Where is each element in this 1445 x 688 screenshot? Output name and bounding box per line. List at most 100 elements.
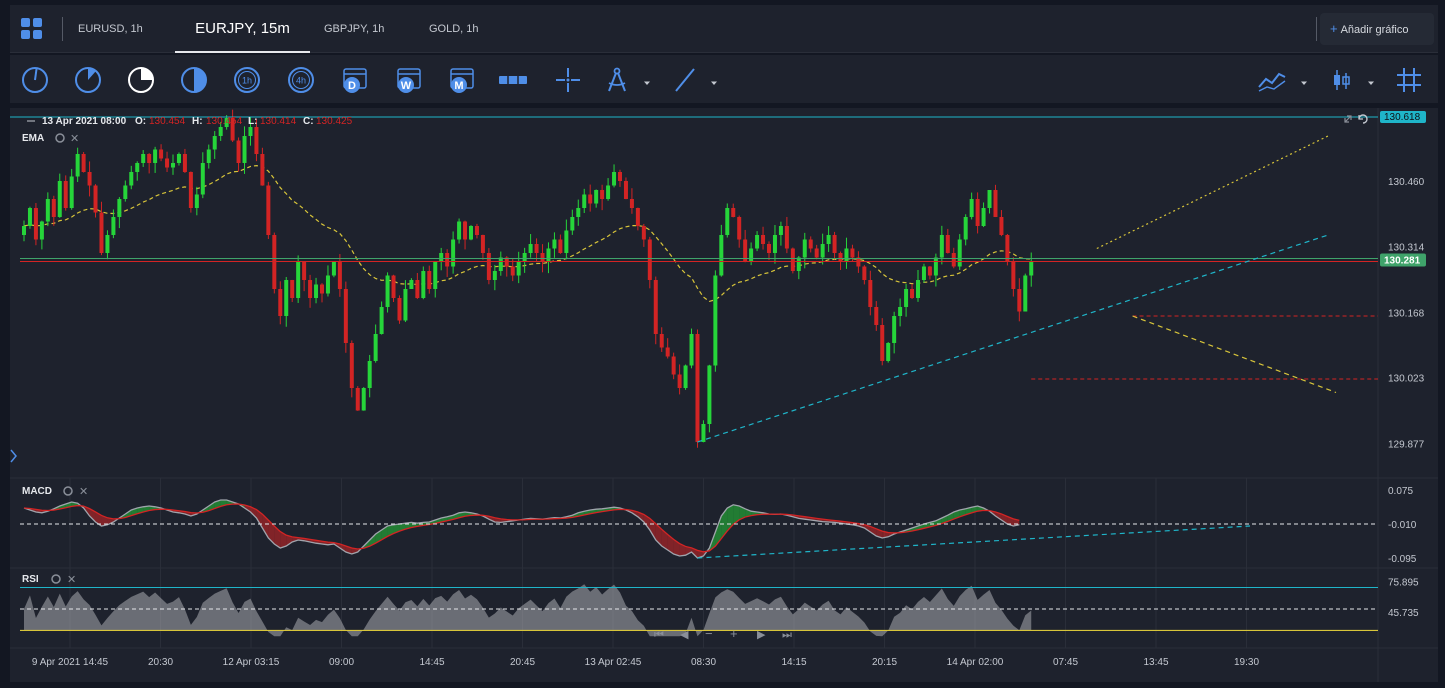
calendar-week-icon[interactable]: W — [393, 65, 423, 95]
settings-icon[interactable] — [63, 486, 73, 496]
legend-h: 130.454 — [206, 116, 243, 127]
chevron-down-icon[interactable] — [1299, 75, 1309, 85]
tab-gbpjpy-1h[interactable]: GBPJPY, 1h — [324, 5, 384, 53]
crosshair-icon[interactable] — [553, 65, 583, 95]
candle-body — [898, 307, 903, 316]
settings-icon[interactable] — [51, 574, 61, 584]
time-tick: 14:45 — [419, 657, 444, 668]
refresh-icon[interactable] — [1358, 114, 1368, 124]
clock-5m-icon[interactable] — [73, 65, 103, 95]
candle — [296, 255, 301, 303]
bar-spacing-icon[interactable] — [498, 65, 528, 95]
trend-line-icon[interactable] — [670, 65, 700, 95]
candle — [600, 184, 605, 211]
layout-grid-icon[interactable] — [20, 17, 44, 41]
clock-1m-icon[interactable] — [20, 65, 50, 95]
candle-body — [689, 334, 694, 366]
clock-1h-icon[interactable]: 1h — [232, 65, 262, 95]
candle-type-icon[interactable] — [1326, 65, 1356, 95]
indicators-icon[interactable] — [1257, 65, 1287, 95]
rsi-label: RSI — [22, 574, 39, 585]
svg-text:1h: 1h — [242, 76, 252, 86]
candle — [165, 151, 170, 173]
ohlc-legend: 13 Apr 2021 08:00 O: 130.454 H: 130.454 … — [27, 116, 353, 127]
zoom-out-icon[interactable]: − — [705, 626, 713, 641]
candle-body — [719, 235, 724, 276]
candle-body — [957, 239, 962, 267]
candle — [546, 242, 551, 274]
settings-icon[interactable] — [55, 133, 65, 143]
clock-15m-icon[interactable] — [126, 65, 156, 95]
macd-legend[interactable]: MACD ✕ — [22, 486, 88, 498]
candle-body — [421, 271, 426, 298]
close-icon[interactable]: ✕ — [67, 574, 76, 586]
candle-body — [451, 239, 456, 267]
rsi-legend[interactable]: RSI ✕ — [22, 574, 76, 586]
candle-body — [474, 226, 479, 235]
candle — [200, 152, 205, 199]
scroll-left-icon[interactable]: ◀ — [680, 629, 689, 641]
candle — [582, 188, 587, 213]
grid-icon[interactable] — [1394, 65, 1424, 95]
candle-body — [772, 235, 777, 253]
candle-body — [916, 280, 920, 298]
candle-body — [618, 172, 622, 181]
candle — [588, 184, 593, 212]
candle — [629, 188, 634, 214]
drawings[interactable] — [10, 116, 1378, 443]
candle-body — [653, 280, 658, 334]
candle — [433, 261, 438, 298]
candle — [331, 261, 336, 278]
zoom-in-icon[interactable]: + — [730, 626, 738, 641]
candle-body — [343, 289, 348, 343]
candle-body — [814, 248, 819, 258]
calendar-day-icon[interactable]: D — [339, 65, 369, 95]
clock-30m-icon[interactable] — [179, 65, 209, 95]
candle — [320, 283, 324, 303]
candle — [623, 177, 628, 200]
candle-body — [904, 289, 909, 307]
candle — [379, 301, 384, 335]
chevron-right-icon[interactable] — [10, 448, 18, 464]
legend-c: 130.425 — [316, 116, 353, 127]
candle — [737, 215, 742, 248]
calendar-month-icon[interactable]: M — [446, 65, 476, 95]
add-chart-button[interactable]: + Añadir gráfico — [1320, 13, 1434, 45]
close-icon[interactable]: ✕ — [79, 486, 88, 498]
chevron-down-icon[interactable] — [1366, 75, 1376, 85]
candle — [606, 178, 611, 201]
chevron-down-icon[interactable] — [642, 75, 652, 85]
candle-body — [123, 185, 128, 199]
candle — [910, 284, 915, 299]
tab-eurjpy-15m[interactable]: EURJPY, 15m — [175, 5, 310, 53]
chart-area[interactable]: 130.460 130.314 130.168 130.023 129.877 130.6… — [10, 108, 1438, 682]
candle — [105, 230, 110, 260]
tab-gold-1h[interactable]: GOLD, 1h — [429, 5, 479, 53]
svg-text:M: M — [454, 80, 463, 92]
candle — [22, 220, 26, 242]
jump-start-icon[interactable]: ⏮ — [654, 629, 664, 641]
jump-end-icon[interactable]: ⏭ — [782, 629, 792, 641]
candlestick-chart[interactable]: 130.460 130.314 130.168 130.023 129.877 130.6… — [10, 108, 1438, 682]
close-icon[interactable]: ✕ — [70, 133, 79, 145]
candle — [641, 223, 646, 247]
ema-legend[interactable]: EMA ✕ — [22, 133, 79, 145]
price-tick: 130.023 — [1388, 374, 1425, 385]
svg-text:4h: 4h — [296, 76, 306, 86]
candle-body — [27, 208, 32, 226]
tab-eurusd-1h[interactable]: EURUSD, 1h — [78, 5, 143, 53]
candle-body — [635, 208, 640, 226]
candle — [492, 264, 497, 291]
candle — [135, 161, 140, 181]
candle-body — [939, 235, 944, 258]
rsi-tick: 75.895 — [1388, 578, 1419, 589]
candle — [916, 270, 920, 302]
drawing-compass-icon[interactable] — [602, 65, 632, 95]
candle-body — [463, 221, 468, 240]
chevron-down-icon[interactable] — [709, 75, 719, 85]
clock-4h-icon[interactable]: 4h — [286, 65, 316, 95]
candle — [987, 189, 992, 214]
candle-body — [713, 275, 718, 366]
candle-body — [927, 266, 932, 276]
scroll-right-icon[interactable]: ▶ — [757, 629, 766, 641]
